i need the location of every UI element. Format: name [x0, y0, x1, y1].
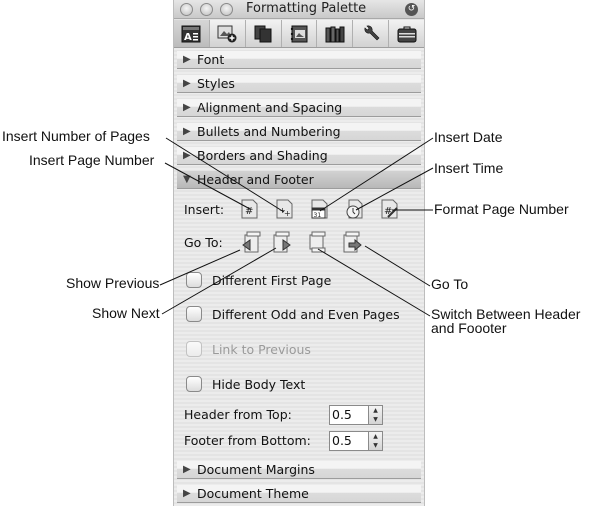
checkbox[interactable]	[186, 272, 202, 288]
section-document-theme[interactable]: ▶ Document Theme	[177, 485, 421, 503]
disclosure-triangle-icon: ▶	[183, 54, 191, 65]
callout-show-previous: Show Previous	[66, 275, 160, 291]
svg-text:#: #	[245, 206, 253, 217]
collapse-icon[interactable]: ↺	[405, 3, 418, 16]
section-document-margins[interactable]: ▶ Document Margins	[177, 461, 421, 479]
section-styles[interactable]: ▶ Styles	[177, 75, 421, 93]
zoom-button[interactable]	[220, 3, 233, 16]
different-first-page-checkbox[interactable]: Different First Page	[186, 271, 331, 289]
page-number-icon: #	[241, 199, 258, 219]
link-to-previous-checkbox: Link to Previous	[186, 340, 311, 358]
citations-icon	[253, 25, 273, 43]
header-from-top-label: Header from Top:	[184, 407, 292, 422]
object-palette-tab[interactable]	[210, 20, 246, 47]
disclosure-triangle-icon: ▶	[183, 102, 191, 113]
time-icon	[346, 199, 363, 219]
footer-from-bottom-label: Footer from Bottom:	[184, 433, 311, 448]
footer-from-bottom-input[interactable]: 0.5	[329, 431, 369, 451]
svg-text:31: 31	[314, 212, 322, 219]
reference-tools-tab[interactable]	[317, 20, 354, 47]
section-alignment-spacing[interactable]: ▶ Alignment and Spacing	[177, 99, 421, 117]
callout-show-next: Show Next	[92, 305, 160, 321]
toolbox-icon	[397, 25, 417, 43]
checkbox	[186, 341, 202, 357]
insert-label: Insert:	[184, 202, 225, 217]
callout-insert-number-of-pages: Insert Number of Pages	[2, 128, 150, 144]
callout-insert-page-number: Insert Page Number	[29, 152, 155, 168]
window-title: Formatting Palette	[246, 1, 367, 16]
svg-text:#: #	[384, 206, 392, 217]
object-palette-icon	[217, 25, 237, 43]
format-page-number-button[interactable]: #	[381, 199, 398, 219]
project-palette-tab[interactable]	[389, 20, 424, 47]
disclosure-triangle-icon: ▶	[183, 150, 191, 161]
palette-toolbar: A	[174, 20, 424, 48]
section-bullets-numbering[interactable]: ▶ Bullets and Numbering	[177, 123, 421, 141]
show-previous-button[interactable]	[241, 231, 261, 253]
format-page-number-icon: #	[381, 199, 398, 219]
disclosure-triangle-open-icon: ▼	[183, 174, 191, 185]
number-of-pages-icon: ++	[276, 199, 293, 219]
show-next-icon	[273, 231, 291, 253]
different-odd-even-checkbox[interactable]: Different Odd and Even Pages	[186, 305, 400, 323]
svg-text:+: +	[284, 209, 291, 218]
go-to-label: Go To:	[184, 235, 223, 250]
callout-switch-line2: and Foooter	[431, 320, 507, 336]
disclosure-triangle-icon: ▶	[183, 464, 191, 475]
section-header-footer[interactable]: ▼ Header and Footer	[177, 171, 421, 189]
header-from-top-stepper[interactable]: ▲ ▼	[369, 405, 383, 425]
section-borders-shading[interactable]: ▶ Borders and Shading	[177, 147, 421, 165]
callout-format-page-number: Format Page Number	[434, 201, 569, 217]
disclosure-triangle-icon: ▶	[183, 488, 191, 499]
minimize-button[interactable]	[200, 3, 213, 16]
hide-body-text-checkbox[interactable]: Hide Body Text	[186, 375, 305, 393]
callout-insert-date: Insert Date	[434, 129, 503, 145]
svg-text:A: A	[184, 32, 192, 43]
date-icon: 31	[311, 199, 328, 219]
callout-go-to: Go To	[431, 276, 469, 292]
go-to-button[interactable]	[342, 231, 362, 253]
disclosure-triangle-icon: ▶	[183, 126, 191, 137]
title-bar[interactable]: Formatting Palette ↺	[174, 0, 424, 19]
close-button[interactable]	[180, 3, 193, 16]
insert-time-button[interactable]	[346, 199, 363, 219]
checkbox[interactable]	[186, 376, 202, 392]
compatibility-report-tab[interactable]	[353, 20, 390, 47]
wrench-icon	[361, 25, 381, 43]
footer-from-bottom-stepper[interactable]: ▲ ▼	[369, 431, 383, 451]
section-font[interactable]: ▶ Font	[177, 51, 421, 69]
formatting-tab[interactable]: A	[174, 20, 210, 47]
formatting-palette: Formatting Palette ↺ A ▶ Font ▶ Styles ▶…	[173, 0, 425, 506]
scrapbook-icon	[289, 25, 309, 43]
disclosure-triangle-icon: ▶	[183, 78, 191, 89]
show-previous-icon	[242, 231, 261, 253]
insert-number-of-pages-button[interactable]: + +	[276, 199, 293, 219]
citations-tab[interactable]	[246, 20, 282, 47]
go-to-icon	[343, 231, 362, 253]
insert-page-number-button[interactable]: #	[241, 199, 258, 219]
switch-header-footer-button[interactable]	[307, 231, 327, 253]
callout-insert-time: Insert Time	[434, 160, 504, 176]
formatting-icon: A	[181, 25, 201, 43]
switch-header-footer-icon	[309, 231, 326, 253]
show-next-button[interactable]	[272, 231, 292, 253]
checkbox[interactable]	[186, 306, 202, 322]
reference-tools-icon	[325, 25, 345, 43]
scrapbook-tab[interactable]	[282, 20, 318, 47]
insert-date-button[interactable]: 31	[311, 199, 328, 219]
header-from-top-input[interactable]: 0.5	[329, 405, 369, 425]
